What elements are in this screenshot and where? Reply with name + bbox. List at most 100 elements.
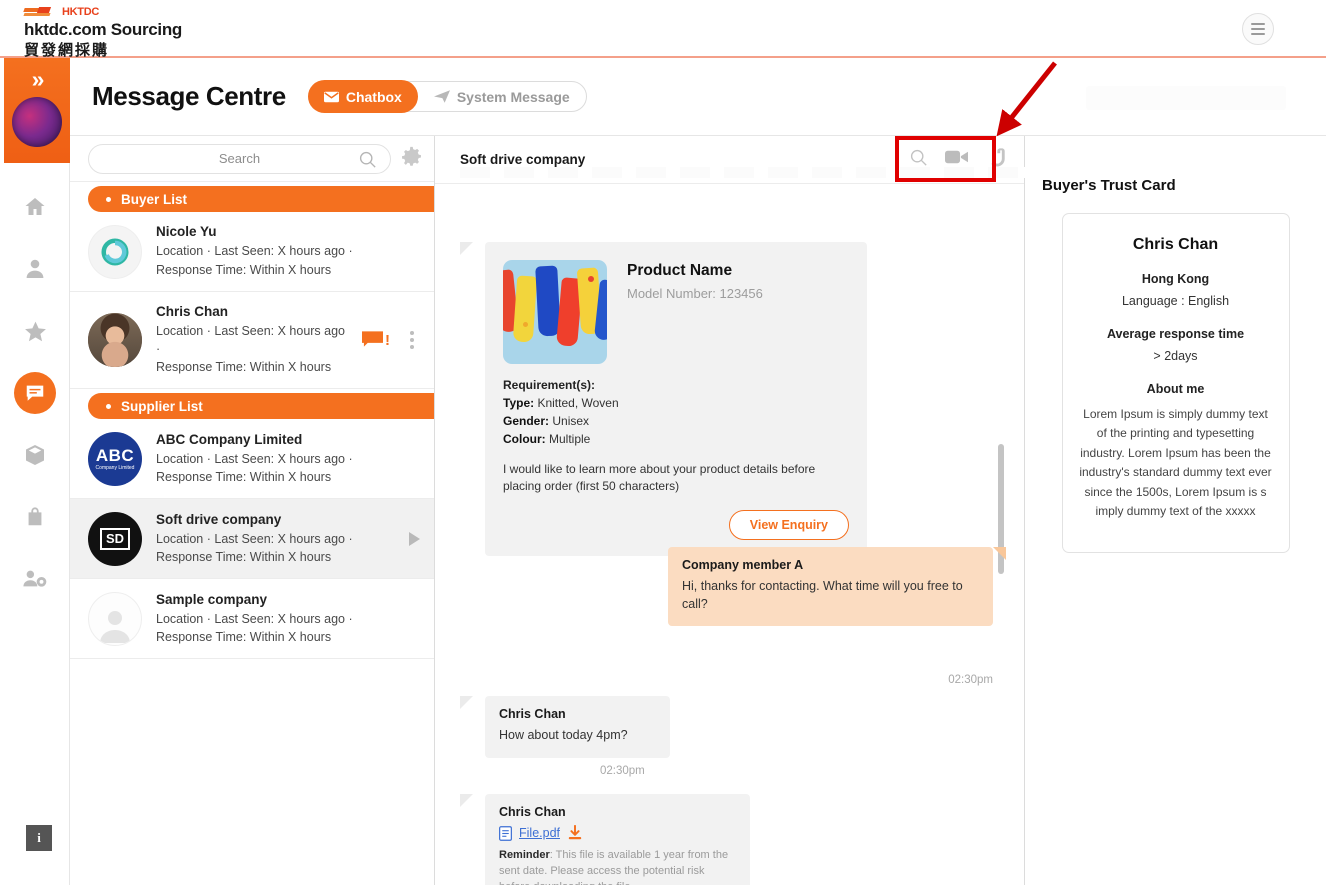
sidebar-item-home[interactable] <box>0 176 70 238</box>
contact-name: ABC Company Limited <box>156 431 303 447</box>
product-card-top: Product Name Model Number: 123456 <box>503 260 849 364</box>
list-item[interactable]: Nicole Yu Location · Last Seen: X hours … <box>70 212 434 292</box>
product-card-info: Product Name Model Number: 123456 <box>627 260 763 364</box>
contact-line-2: Response Time: Within X hours <box>156 262 332 277</box>
contact-line-1: Location · Last Seen: X hours ago · <box>156 451 353 466</box>
rail-expand-panel[interactable]: » <box>4 58 70 163</box>
list-item-meta: Soft drive company Location · Last Seen:… <box>156 512 395 566</box>
abc-logo-text: ABC <box>95 445 135 465</box>
product-description: I would like to learn more about your pr… <box>503 462 816 494</box>
list-item[interactable]: SD Soft drive company Location · Last Se… <box>70 499 434 580</box>
requirement-value: Multiple <box>545 432 591 446</box>
contact-line-2: Response Time: Within X hours <box>156 549 332 564</box>
top-bar: HKTDC hktdc.com Sourcing 貿發網採購 <box>0 0 1326 60</box>
list-item[interactable]: Chris Chan Location · Last Seen: X hours… <box>70 292 434 390</box>
view-enquiry-button[interactable]: View Enquiry <box>728 509 849 540</box>
avatar[interactable] <box>12 97 62 147</box>
product-enquiry-message: Product Name Model Number: 123456 Requir… <box>460 242 867 575</box>
sidebar-item-orders[interactable] <box>0 486 70 548</box>
envelope-icon <box>323 91 339 102</box>
brand-logo-block: HKTDC hktdc.com Sourcing 貿發網採購 <box>23 5 182 60</box>
hktdc-logo-text: HKTDC <box>62 6 99 18</box>
sidebar-item-favourites[interactable] <box>0 300 70 362</box>
exclamation-icon: ! <box>385 331 390 349</box>
contact-line-2: Response Time: Within X hours <box>156 629 332 644</box>
chat-message-incoming-file: Chris Chan File.pdf Reminder: This file … <box>460 794 750 885</box>
list-item[interactable]: Sample company Location · Last Seen: X h… <box>70 579 434 660</box>
file-name-link[interactable]: File.pdf <box>519 826 560 840</box>
sidebar-item-profile[interactable] <box>0 238 70 300</box>
contact-name: Sample company <box>156 591 268 607</box>
requirement-row: Type: Knitted, Woven <box>503 396 849 410</box>
contact-name: Soft drive company <box>156 511 282 527</box>
page-header: Message Centre Chatbox System Message <box>70 58 1326 136</box>
requirement-key: Gender: <box>503 414 550 428</box>
tab-system-message[interactable]: System Message <box>418 81 586 112</box>
group-buyer-list: Buyer List <box>70 182 434 212</box>
contact-line-1: Location · Last Seen: X hours ago · <box>156 324 346 357</box>
hamburger-menu-button[interactable] <box>1242 13 1274 45</box>
list-item-meta: ABC Company Limited Location · Last Seen… <box>156 432 420 486</box>
chat-header: Soft drive company <box>435 136 1060 184</box>
product-image <box>503 260 607 364</box>
user-icon <box>26 259 44 278</box>
video-camera-icon <box>945 150 968 164</box>
bubble-tail <box>460 696 473 709</box>
file-reminder: Reminder: This file is available 1 year … <box>499 848 736 885</box>
group-header-buyer-label: Buyer List <box>121 191 188 207</box>
double-chevron-right-icon[interactable]: » <box>32 68 45 91</box>
requirement-value: Unisex <box>549 414 590 428</box>
hamburger-icon-bar <box>1251 28 1265 30</box>
sidebar-item-messages[interactable] <box>0 362 70 424</box>
star-icon <box>24 321 46 341</box>
trust-card-about-text: Lorem Ipsum is simply dummy text of the … <box>1079 407 1272 519</box>
chat-message-list: Product Name Model Number: 123456 Requir… <box>435 184 1025 885</box>
avatar <box>88 224 142 279</box>
sidebar-item-messages-active-pill[interactable] <box>14 372 56 414</box>
contact-list-panel: Search Buyer List Nicole Yu Location · L… <box>70 136 435 885</box>
bullet-dot-icon <box>106 196 111 202</box>
contact-line-1: Location · Last Seen: X hours ago · <box>156 531 353 546</box>
info-button[interactable]: i <box>26 825 52 851</box>
download-icon[interactable] <box>567 825 583 841</box>
message-timestamp: 02:30pm <box>948 674 993 686</box>
message-bubble: Chris Chan How about today 4pm? <box>485 696 670 758</box>
list-item[interactable]: ABC Company Limited ABC Company Limited L… <box>70 419 434 500</box>
tab-chatbox[interactable]: Chatbox <box>307 80 418 113</box>
gear-icon[interactable] <box>401 146 422 172</box>
requirement-key: Colour: <box>503 432 546 446</box>
group-supplier-list: Supplier List <box>70 389 434 420</box>
bubble-tail <box>993 547 1006 560</box>
search-icon[interactable] <box>359 151 376 173</box>
bullet-dot-icon <box>106 403 111 409</box>
requirement-key: Type: <box>503 396 535 410</box>
list-item-meta: Sample company Location · Last Seen: X h… <box>156 592 420 646</box>
file-attachment[interactable]: File.pdf <box>499 825 736 841</box>
chat-panel: Soft drive company Product Name Model Nu… <box>435 136 1060 885</box>
chat-header-watermark <box>460 167 1060 178</box>
trust-card: Chris Chan Hong Kong Language : English … <box>1061 213 1290 553</box>
sidebar-item-products[interactable] <box>0 424 70 486</box>
tab-group: Chatbox System Message <box>307 80 587 113</box>
box-icon <box>26 445 44 465</box>
placeholder-user-icon <box>100 610 130 643</box>
phone-icon <box>991 147 1005 166</box>
unread-badge[interactable]: ! <box>362 331 390 349</box>
search-input[interactable]: Search <box>88 143 391 174</box>
group-header-supplier[interactable]: Supplier List <box>88 393 434 420</box>
more-options-icon[interactable] <box>404 331 420 350</box>
requirement-value: Knitted, Woven <box>534 396 619 410</box>
message-text: How about today 4pm? <box>499 728 628 742</box>
document-icon <box>499 825 512 841</box>
avatar: ABC Company Limited <box>88 431 142 486</box>
chat-bubble-icon <box>362 331 383 347</box>
contact-name: Nicole Yu <box>156 224 217 240</box>
product-model-number: Model Number: 123456 <box>627 286 763 301</box>
bubble-tail <box>460 794 473 807</box>
group-header-buyer[interactable]: Buyer List <box>88 186 434 212</box>
message-text: Hi, thanks for contacting. What time wil… <box>682 579 963 611</box>
header-watermark <box>1086 86 1286 110</box>
rail-icon-list <box>0 176 70 610</box>
hamburger-icon-bar <box>1251 33 1265 35</box>
sidebar-item-account-settings[interactable] <box>0 548 70 610</box>
